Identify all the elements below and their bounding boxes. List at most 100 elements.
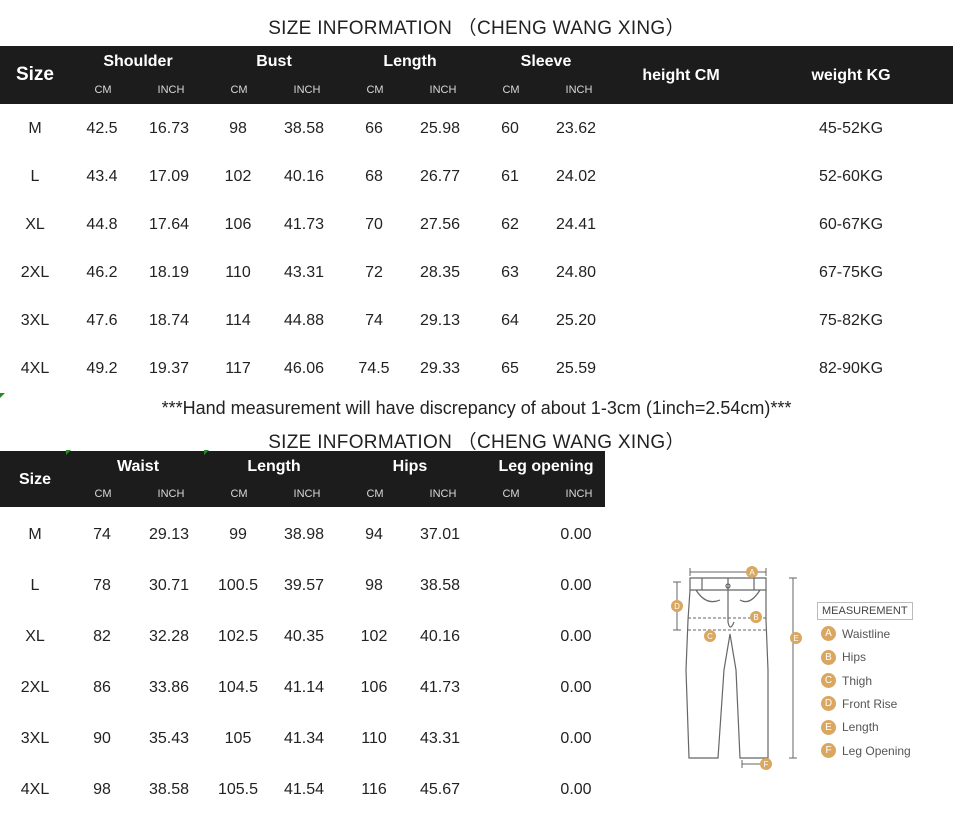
bottom-row-value: 86: [93, 679, 111, 696]
legend-label: Front Rise: [842, 696, 898, 711]
svg-text:A: A: [749, 568, 755, 577]
bottom-row-size: 4XL: [20, 781, 50, 798]
sleeve-cm-header: CM: [502, 84, 520, 96]
legend-label: Length: [842, 720, 879, 735]
pants-length-header: Length: [247, 458, 301, 475]
legend-item: D Front Rise: [821, 696, 898, 712]
legend-item: F Leg Opening: [821, 742, 911, 758]
top-row-value: 38.58: [283, 120, 325, 137]
bottom-row-value: 105: [224, 730, 252, 747]
top-row-value: 72: [365, 264, 383, 281]
top-row-size: M: [28, 120, 42, 137]
sleeve-header: Sleeve: [520, 53, 572, 70]
top-row-weight: 60-67KG: [818, 216, 884, 233]
bottom-row-value: 40.16: [419, 628, 461, 645]
shoulder-inch-header: INCH: [157, 84, 185, 96]
svg-text:C: C: [707, 632, 713, 641]
height-header: height CM: [642, 67, 720, 84]
top-row-value: 65: [501, 360, 519, 377]
leg-opening-inch-header: INCH: [565, 488, 593, 500]
legend-label: Thigh: [842, 673, 873, 688]
bottom-size-title: SIZE INFORMATION （CHENG WANG XING）: [268, 432, 685, 453]
bottom-row-value: 45.67: [419, 781, 461, 798]
top-row-value: 63: [501, 264, 519, 281]
legend-label: Leg Opening: [842, 743, 911, 758]
top-row-value: 46.2: [86, 264, 118, 281]
top-row-weight: 67-75KG: [818, 264, 884, 281]
top-row-size: 2XL: [20, 264, 50, 281]
top-row-value: 24.41: [555, 216, 597, 233]
bottom-row-value: 29.13: [148, 526, 190, 543]
top-row-value: 74.5: [358, 360, 390, 377]
top-row-value: 19.37: [148, 360, 190, 377]
top-size-header: Size: [15, 64, 55, 85]
top-row-value: 23.62: [555, 120, 597, 137]
bottom-row-value: 106: [360, 679, 388, 696]
bottom-row-value: 110: [361, 730, 387, 747]
bust-cm-header: CM: [230, 84, 248, 96]
bottom-row-leg-opening: 0.00: [560, 679, 592, 696]
leg-opening-cm-header: CM: [502, 488, 520, 500]
svg-text:B: B: [753, 613, 758, 622]
top-row-value: 49.2: [86, 360, 118, 377]
legend-label: Hips: [842, 650, 867, 665]
top-row-weight: 75-82KG: [818, 312, 884, 329]
bottom-row-value: 99: [229, 526, 247, 543]
bottom-row-value: 41.54: [283, 781, 325, 798]
top-row-value: 25.20: [555, 312, 597, 329]
leg-opening-header: Leg opening: [498, 458, 594, 475]
bottom-row-value: 102: [360, 628, 388, 645]
legend-label: Waistline: [842, 626, 891, 641]
bottom-row-value: 41.73: [419, 679, 461, 696]
bottom-row-value: 38.58: [419, 577, 461, 594]
top-row-value: 74: [365, 312, 383, 329]
top-row-value: 42.5: [86, 120, 118, 137]
top-row-value: 40.16: [283, 168, 325, 185]
top-row-value: 47.6: [86, 312, 118, 329]
measurement-legend-title: MEASUREMENT: [817, 602, 913, 620]
top-row-value: 68: [365, 168, 383, 185]
hips-inch-header: INCH: [429, 488, 457, 500]
bottom-row-value: 116: [361, 781, 387, 798]
bottom-size-header: Size: [18, 471, 51, 488]
hips-header: Hips: [392, 458, 428, 475]
top-row-value: 44.88: [283, 312, 325, 329]
top-row-weight: 52-60KG: [818, 168, 884, 185]
top-row-value: 18.19: [148, 264, 190, 281]
bottom-row-value: 90: [93, 730, 111, 747]
hips-cm-header: CM: [366, 488, 384, 500]
waist-header: Waist: [116, 458, 160, 475]
length-cm-header: CM: [366, 84, 384, 96]
legend-letter-badge: F: [821, 742, 836, 758]
top-row-value: 29.13: [419, 312, 461, 329]
bottom-row-value: 100.5: [217, 577, 259, 594]
bottom-row-size: M: [28, 526, 42, 543]
shoulder-header: Shoulder: [103, 53, 173, 70]
legend-item: B Hips: [821, 649, 867, 665]
top-row-value: 25.59: [555, 360, 597, 377]
bottom-row-value: 38.98: [283, 526, 325, 543]
shoulder-cm-header: CM: [94, 84, 112, 96]
top-row-value: 29.33: [419, 360, 461, 377]
waist-cm-header: CM: [94, 488, 112, 500]
top-row-value: 41.73: [283, 216, 325, 233]
bottom-row-value: 98: [365, 577, 383, 594]
top-row-value: 66: [365, 120, 383, 137]
top-row-value: 46.06: [283, 360, 325, 377]
bottom-row-size: 3XL: [20, 730, 50, 747]
length-inch-header: INCH: [429, 84, 457, 96]
top-row-value: 62: [501, 216, 519, 233]
top-row-value: 61: [501, 168, 519, 185]
top-row-value: 28.35: [419, 264, 461, 281]
pants-length-cm-header: CM: [230, 488, 248, 500]
bottom-row-value: 78: [93, 577, 111, 594]
bottom-row-value: 33.86: [148, 679, 190, 696]
svg-text:E: E: [793, 634, 798, 643]
length-header: Length: [383, 53, 437, 70]
bottom-row-value: 37.01: [419, 526, 461, 543]
bottom-row-value: 82: [93, 628, 111, 645]
top-row-value: 60: [501, 120, 519, 137]
bottom-row-value: 94: [365, 526, 383, 543]
bottom-row-leg-opening: 0.00: [560, 526, 592, 543]
bottom-row-value: 32.28: [148, 628, 190, 645]
